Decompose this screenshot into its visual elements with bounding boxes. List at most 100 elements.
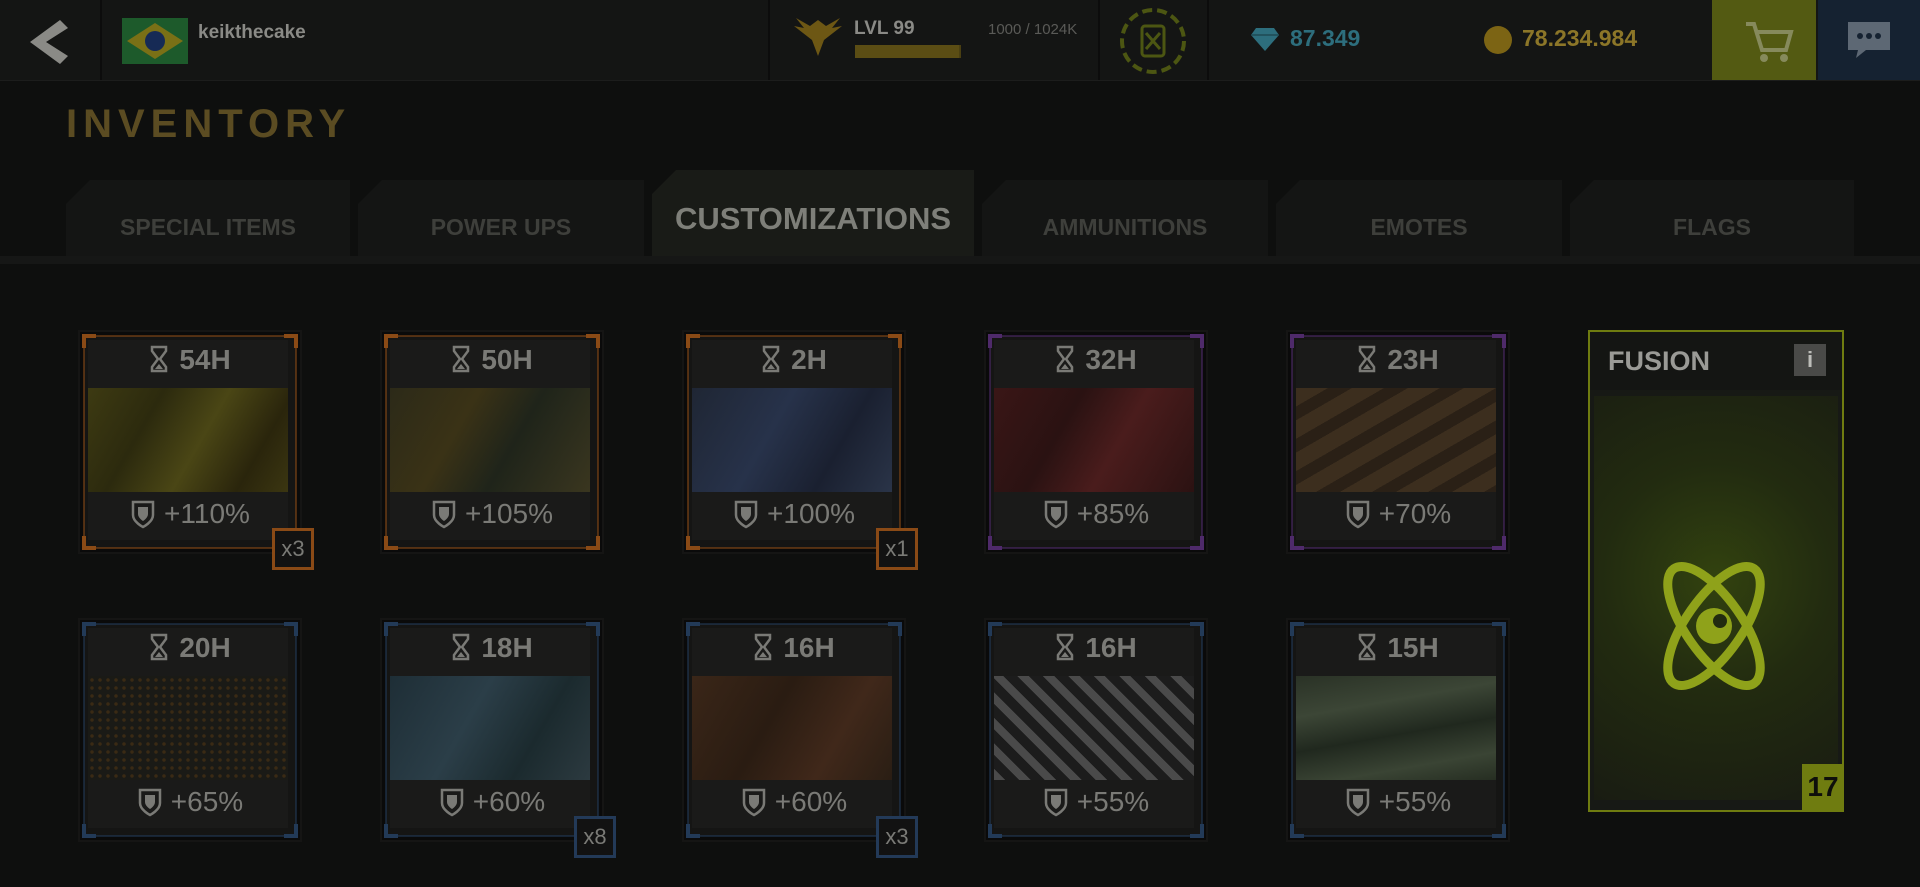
- divider: [768, 0, 770, 80]
- bonus-text: +65%: [170, 786, 244, 817]
- rank-eagle-icon: [794, 18, 842, 56]
- tab-label: FLAGS: [1673, 213, 1751, 240]
- xp-bar-fill: [855, 45, 959, 58]
- hourglass-icon: [151, 345, 168, 373]
- tab-customizations[interactable]: CUSTOMIZATIONS: [652, 170, 974, 256]
- tab-special-items[interactable]: SPECIAL ITEMS: [66, 180, 350, 256]
- bonus: +110%: [78, 498, 302, 530]
- hourglass-icon: [755, 633, 772, 661]
- item-card[interactable]: 32H +85%: [984, 330, 1208, 554]
- timer: 54H: [78, 344, 302, 376]
- bonus: +70%: [1286, 498, 1510, 530]
- tab-emotes[interactable]: EMOTES: [1276, 180, 1562, 256]
- hourglass-icon: [1359, 345, 1376, 373]
- shop-cart-button[interactable]: [1712, 0, 1816, 80]
- bonus-text: +110%: [164, 498, 250, 529]
- shield-icon: [1346, 788, 1370, 817]
- bonus-text: +100%: [767, 498, 855, 529]
- bonus-text: +60%: [774, 786, 848, 817]
- shield-icon: [1346, 500, 1370, 529]
- timer: 16H: [984, 632, 1208, 664]
- tab-ammunitions[interactable]: AMMUNITIONS: [982, 180, 1268, 256]
- fusion-header: FUSION i: [1590, 332, 1842, 390]
- bonus: +100%: [682, 498, 906, 530]
- timer-text: 15H: [1387, 632, 1439, 663]
- brazil-flag-icon: [122, 18, 188, 64]
- bonus-text: +60%: [472, 786, 546, 817]
- bonus: +85%: [984, 498, 1208, 530]
- cart-icon: [1746, 22, 1794, 62]
- fuel-can-icon[interactable]: [1118, 6, 1188, 76]
- shield-icon: [138, 788, 162, 817]
- timer-text: 32H: [1085, 344, 1137, 375]
- timer: 23H: [1286, 344, 1510, 376]
- coin-icon: [1484, 26, 1512, 54]
- chat-icon: [1848, 22, 1890, 58]
- coin-balance: 78.234.984: [1522, 25, 1638, 51]
- timer: 16H: [682, 632, 906, 664]
- tab-label: POWER UPS: [430, 213, 572, 240]
- tab-flags[interactable]: FLAGS: [1570, 180, 1854, 256]
- bonus: +55%: [1286, 786, 1510, 818]
- timer-text: 18H: [481, 632, 533, 663]
- tab-power-ups[interactable]: POWER UPS: [358, 180, 644, 256]
- back-arrow-icon[interactable]: [24, 18, 74, 66]
- item-card[interactable]: 15H +55%: [1286, 618, 1510, 842]
- item-card[interactable]: 18H +60%: [380, 618, 604, 842]
- fusion-count-badge: 17: [1802, 764, 1844, 810]
- timer-text: 50H: [481, 344, 533, 375]
- chat-button[interactable]: [1818, 0, 1920, 80]
- bonus-text: +70%: [1378, 498, 1452, 529]
- shield-icon: [440, 788, 464, 817]
- fusion-title: FUSION: [1608, 346, 1711, 376]
- tab-label: AMMUNITIONS: [1042, 213, 1208, 240]
- gem-icon: [1251, 28, 1279, 51]
- timer: 2H: [682, 344, 906, 376]
- hourglass-icon: [762, 345, 780, 373]
- timer: 15H: [1286, 632, 1510, 664]
- item-card[interactable]: 23H +70%: [1286, 330, 1510, 554]
- shield-icon: [131, 500, 155, 529]
- tab-label: SPECIAL ITEMS: [120, 213, 296, 240]
- bonus-text: +55%: [1378, 786, 1452, 817]
- shield-icon: [734, 500, 758, 529]
- item-card[interactable]: 16H +55%: [984, 618, 1208, 842]
- bonus-text: +55%: [1076, 786, 1150, 817]
- timer: 32H: [984, 344, 1208, 376]
- timer-text: 23H: [1387, 344, 1439, 375]
- username: keikthecake: [198, 22, 306, 43]
- bonus: +60%: [380, 786, 604, 818]
- quantity-badge: x3: [876, 816, 918, 858]
- item-card[interactable]: 2H +100%: [682, 330, 906, 554]
- top-bar: keikthecake LVL 99 1000 / 1024K 87.349 7…: [0, 0, 1920, 81]
- item-card[interactable]: 16H +60%: [682, 618, 906, 842]
- atom-icon: [1663, 561, 1765, 691]
- info-button[interactable]: i: [1794, 344, 1826, 376]
- tab-underline: [0, 256, 1920, 264]
- item-card[interactable]: 54H +110%: [78, 330, 302, 554]
- quantity-badge: x3: [272, 528, 314, 570]
- divider: [1098, 0, 1100, 80]
- bonus: +60%: [682, 786, 906, 818]
- item-card[interactable]: 50H +105%: [380, 330, 604, 554]
- fusion-body: [1594, 396, 1838, 800]
- shield-icon: [1044, 788, 1068, 817]
- gem-balance: 87.349: [1290, 25, 1361, 51]
- hourglass-icon: [453, 633, 470, 661]
- timer: 50H: [380, 344, 604, 376]
- fusion-panel[interactable]: FUSION i 17: [1588, 330, 1844, 812]
- hourglass-icon: [151, 633, 168, 661]
- xp-bar: [855, 45, 961, 58]
- shield-icon: [1044, 500, 1068, 529]
- level-label: LVL 99: [854, 18, 915, 39]
- item-card[interactable]: 20H +65%: [78, 618, 302, 842]
- page-title: INVENTORY: [66, 102, 352, 146]
- timer: 18H: [380, 632, 604, 664]
- divider: [1207, 0, 1209, 80]
- divider: [100, 0, 102, 80]
- timer-text: 20H: [179, 632, 231, 663]
- quantity-badge: x1: [876, 528, 918, 570]
- bonus-text: +85%: [1076, 498, 1150, 529]
- shield-icon: [742, 788, 766, 817]
- hourglass-icon: [1359, 633, 1376, 661]
